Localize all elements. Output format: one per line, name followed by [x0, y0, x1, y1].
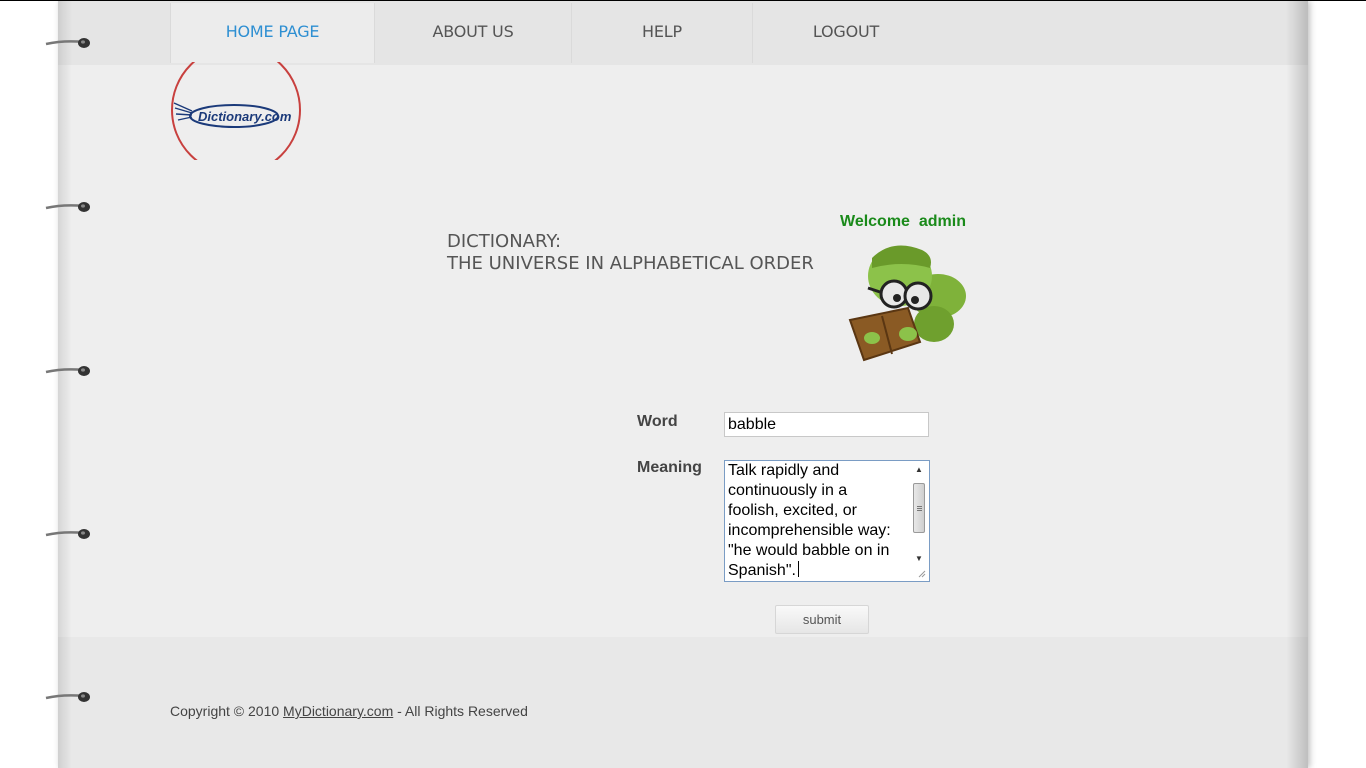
main-nav: HOME PAGE ABOUT US HELP LOGOUT: [170, 3, 939, 63]
nav-about-us[interactable]: ABOUT US: [375, 3, 572, 63]
binder-ring-icon: [45, 692, 90, 702]
logo-text: Dictionary.com: [198, 109, 292, 124]
footer-copyright: Copyright © 2010 MyDictionary.com - All …: [170, 703, 528, 719]
binder-ring-icon: [45, 202, 90, 212]
word-input[interactable]: [724, 412, 929, 437]
nav-home-page[interactable]: HOME PAGE: [170, 3, 375, 63]
scrollbar-down-arrow-icon[interactable]: ▼: [911, 552, 927, 566]
binder-ring-icon: [45, 38, 90, 48]
binder-ring-icon: [45, 366, 90, 376]
resize-grip-icon[interactable]: [918, 570, 926, 578]
footer-suffix: - All Rights Reserved: [393, 703, 528, 719]
word-label: Word: [637, 413, 678, 430]
footer-site-link[interactable]: MyDictionary.com: [283, 703, 393, 719]
meaning-text: Talk rapidly and continuously in a fooli…: [728, 462, 891, 579]
welcome-username: admin: [918, 213, 966, 230]
footer-prefix: Copyright © 2010: [170, 703, 284, 719]
welcome-greeting: Welcome: [840, 213, 910, 230]
welcome-message: Welcome admin: [840, 213, 966, 231]
meaning-scrollbar[interactable]: ▲ ▼: [911, 463, 927, 566]
text-caret: [797, 561, 799, 577]
meaning-label: Meaning: [637, 459, 702, 476]
dictionary-logo[interactable]: Dictionary.com: [170, 62, 302, 160]
binder-ring-icon: [45, 529, 90, 539]
bookworm-mascot-image: [848, 245, 966, 362]
nav-logout[interactable]: LOGOUT: [753, 3, 939, 63]
meaning-textarea[interactable]: Talk rapidly and continuously in a fooli…: [724, 460, 930, 582]
submit-button[interactable]: submit: [775, 605, 869, 634]
scrollbar-up-arrow-icon[interactable]: ▲: [911, 463, 927, 477]
nav-help[interactable]: HELP: [572, 3, 753, 63]
tagline-line2: THE UNIVERSE IN ALPHABETICAL ORDER: [447, 253, 814, 274]
tagline: DICTIONARY: THE UNIVERSE IN ALPHABETICAL…: [447, 231, 814, 275]
scrollbar-thumb[interactable]: [913, 483, 925, 533]
tagline-line1: DICTIONARY:: [447, 231, 562, 252]
